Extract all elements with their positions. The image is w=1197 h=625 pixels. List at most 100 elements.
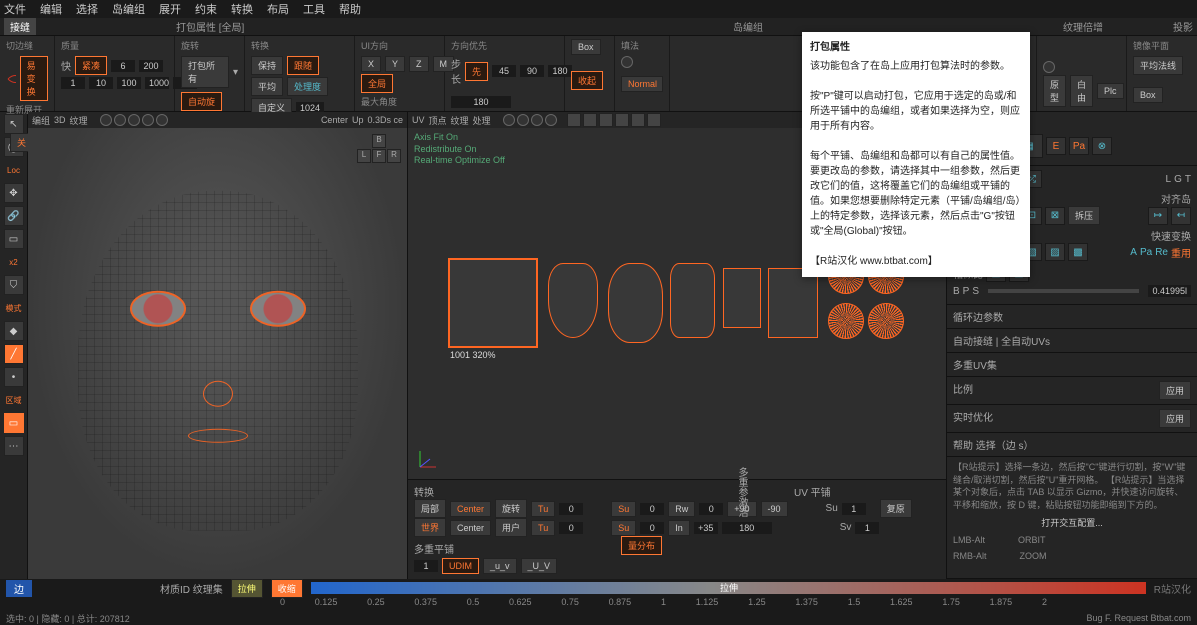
b-rw[interactable]: Rw [668, 501, 695, 517]
btn-first[interactable]: 先 [465, 62, 488, 81]
uvt-3[interactable] [599, 113, 613, 127]
sp-5[interactable]: ▨ [1045, 243, 1065, 261]
al-6[interactable]: ↦ [1148, 207, 1168, 225]
bps-s[interactable]: S [972, 286, 979, 297]
menu-constrain[interactable]: 约束 [195, 1, 217, 17]
hdr-center[interactable]: Center [321, 115, 348, 125]
tool-area[interactable]: ▭ [4, 413, 24, 433]
tex-plc[interactable]: Plc [1097, 83, 1124, 99]
btn-uv-uc[interactable]: _U_V [521, 558, 558, 574]
menu-file[interactable]: 文件 [4, 1, 26, 17]
udim-1[interactable]: 1 [414, 560, 438, 572]
v-rw[interactable]: 0 [699, 503, 723, 515]
snap-re[interactable]: Re [1155, 247, 1168, 258]
sim-x[interactable]: ⊗ [1092, 137, 1112, 155]
b-reset[interactable]: 复原 [880, 499, 912, 518]
tool-more[interactable]: ⋯ [4, 436, 24, 456]
v10[interactable]: 10 [89, 77, 113, 89]
v45[interactable]: 45 [492, 65, 516, 77]
b-in[interactable]: In [668, 520, 690, 536]
menu-unfold[interactable]: 展开 [159, 1, 181, 17]
tool-link[interactable]: 🔗 [4, 206, 24, 226]
uvs-4[interactable] [545, 114, 557, 126]
snap-reuse[interactable]: 重用 [1171, 245, 1191, 260]
list-multiuv[interactable]: 多重UV集 [947, 353, 1197, 377]
footer-links[interactable]: Bug F. Request Btbat.com [1086, 613, 1191, 623]
btn-follow[interactable]: 跟随 [287, 56, 319, 75]
uv-island-4[interactable] [670, 263, 715, 338]
shade-4[interactable] [142, 114, 154, 126]
b-tu2[interactable]: Tu [531, 520, 555, 536]
sim-e[interactable]: E [1046, 137, 1066, 155]
uvhdr-uv[interactable]: UV [412, 115, 425, 125]
list-help[interactable]: 帮助 选择（边 s） [947, 433, 1197, 457]
bps-b[interactable]: B [953, 286, 960, 297]
tool-move[interactable]: ✥ [4, 183, 24, 203]
sp-6[interactable]: ▩ [1068, 243, 1088, 261]
stretch-gradient[interactable]: 拉伸 [311, 582, 1146, 594]
gizmo-b[interactable]: B [372, 134, 386, 148]
snap-pa[interactable]: Pa [1140, 247, 1152, 258]
tool-shield[interactable]: ⛉ [4, 275, 24, 295]
menu-select[interactable]: 选择 [76, 1, 98, 17]
bps-val[interactable]: 0.41995l [1148, 285, 1191, 297]
btn-autorotate[interactable]: 自动旋 [181, 92, 222, 111]
uvt-5[interactable] [631, 113, 645, 127]
uv-island-6[interactable] [768, 268, 818, 338]
proj-box[interactable]: Box [1133, 87, 1163, 103]
menu-tools[interactable]: 工具 [303, 1, 325, 17]
v180b[interactable]: 180 [451, 96, 511, 108]
v1[interactable]: 1 [61, 77, 85, 89]
uvt-6[interactable] [647, 113, 661, 127]
axis-x[interactable]: X [361, 56, 381, 72]
btn-dist[interactable]: 量分布 [621, 536, 662, 555]
uvs-2[interactable] [517, 114, 529, 126]
uvhdr-vtx[interactable]: 顶点 [429, 114, 447, 127]
b-center2[interactable]: Center [450, 520, 491, 536]
hdr-tex[interactable]: 纹理 [70, 114, 88, 127]
uvs-1[interactable] [503, 114, 515, 126]
list-autoseam[interactable]: 自动接缝 | 全自动UVs [947, 329, 1197, 353]
btn-collapse[interactable]: 收起 [571, 71, 603, 90]
b-center1[interactable]: Center [450, 501, 491, 517]
proj-avg[interactable]: 平均法线 [1133, 56, 1183, 75]
axis-z[interactable]: Z [409, 56, 429, 72]
tex-free[interactable]: 白由 [1070, 75, 1093, 107]
list-scale[interactable]: 比例 [953, 381, 973, 400]
btn-deg[interactable]: 处理度 [287, 77, 328, 96]
b-rot[interactable]: 旋转 [495, 499, 527, 518]
list-loop[interactable]: 循环边参数 [947, 305, 1197, 329]
uv-island-9[interactable] [828, 303, 864, 339]
tex-proto[interactable]: 原型 [1043, 75, 1066, 107]
val-200[interactable]: 200 [139, 60, 163, 72]
uvhdr-proc[interactable]: 处理 [473, 114, 491, 127]
hdr-group[interactable]: 编组 [32, 114, 50, 127]
bps-p[interactable]: P [963, 286, 970, 297]
view3d-canvas[interactable]: B LFR [28, 128, 407, 579]
tool-dot[interactable]: • [4, 367, 24, 387]
menu-edit[interactable]: 编辑 [40, 1, 62, 17]
uvs-3[interactable] [531, 114, 543, 126]
menu-island[interactable]: 岛编组 [112, 1, 145, 17]
shade-5[interactable] [156, 114, 168, 126]
uv-island-5[interactable] [723, 268, 761, 328]
b-su1[interactable]: Su [611, 501, 636, 517]
b-user[interactable]: 用户 [495, 518, 527, 537]
btn-udim[interactable]: UDIM [442, 558, 479, 574]
btn-tight[interactable]: 紧凑 [75, 56, 107, 75]
method-icon[interactable] [621, 56, 633, 68]
menu-layout[interactable]: 布局 [267, 1, 289, 17]
uv-island-3[interactable] [608, 263, 663, 343]
btn-shrink[interactable]: 收缩 [271, 579, 303, 598]
uv-island-main[interactable] [448, 258, 538, 348]
btn-avg[interactable]: 平均 [251, 77, 283, 96]
btn-packall[interactable]: 打包所有 [181, 56, 229, 88]
hint-title[interactable]: 打开交互配置... [953, 517, 1191, 530]
mode-edge[interactable]: 边 [6, 580, 32, 597]
sim-pa[interactable]: Pa [1069, 137, 1089, 155]
v-su3[interactable]: 0 [640, 522, 664, 534]
bps-slider[interactable] [988, 289, 1139, 293]
btn-apply1[interactable]: 应用 [1159, 381, 1191, 400]
gizmo-l[interactable]: L [357, 149, 371, 163]
v-tu2[interactable]: 0 [559, 522, 583, 534]
